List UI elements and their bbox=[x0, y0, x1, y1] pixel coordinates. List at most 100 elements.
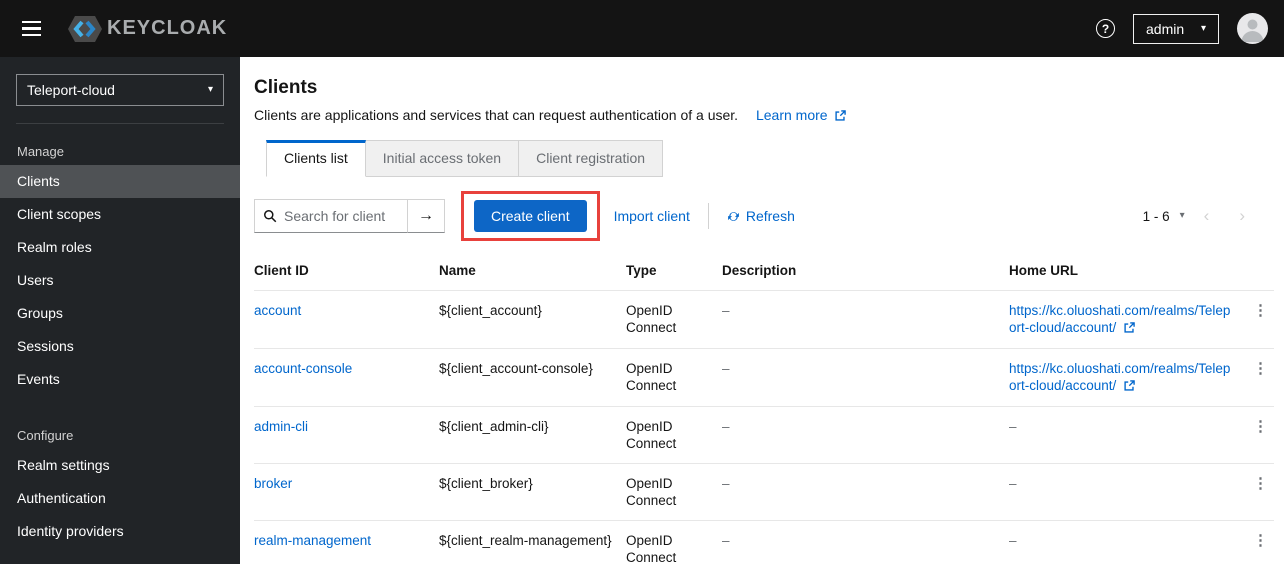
sidebar-item-identity-providers[interactable]: Identity providers bbox=[0, 515, 240, 548]
client-id-cell: admin-cli bbox=[254, 406, 439, 464]
type-cell: OpenID Connect bbox=[626, 348, 722, 407]
toolbar-divider bbox=[707, 203, 709, 229]
red-annotation-box: Create client bbox=[461, 191, 600, 241]
kebab-menu-icon[interactable]: ⋮ bbox=[1247, 361, 1274, 376]
description-cell: – bbox=[722, 463, 1009, 521]
sidebar-item-sessions[interactable]: Sessions bbox=[0, 330, 240, 363]
home-url-cell: – bbox=[1009, 520, 1246, 564]
description-cell: – bbox=[722, 348, 1009, 407]
refresh-link[interactable]: Refresh bbox=[727, 208, 795, 224]
sidebar-item-realm-settings[interactable]: Realm settings bbox=[0, 449, 240, 482]
description-cell: – bbox=[722, 406, 1009, 464]
refresh-label: Refresh bbox=[745, 208, 795, 224]
pagination-caret-icon[interactable]: ▾ bbox=[1180, 211, 1185, 221]
avatar[interactable] bbox=[1237, 13, 1268, 44]
name-cell: ${client_admin-cli} bbox=[439, 406, 626, 464]
tab-bar: Clients list Initial access token Client r… bbox=[266, 140, 664, 177]
client-id-cell: broker bbox=[254, 463, 439, 521]
brand-wordmark: KEYCLOAK bbox=[107, 17, 228, 39]
keycloak-logo[interactable]: KEYCLOAK bbox=[65, 13, 227, 45]
search-input[interactable] bbox=[284, 208, 394, 224]
column-header: Description bbox=[722, 263, 797, 278]
actions-cell: ⋮ bbox=[1246, 290, 1274, 349]
nav-section: Manage Clients Client scopes Realm roles Use… bbox=[0, 138, 240, 396]
name-cell: ${client_realm-management} bbox=[439, 520, 626, 564]
pagination-range-label: 1 - 6 bbox=[1142, 208, 1170, 224]
tab-clients-list[interactable]: Clients list bbox=[266, 140, 366, 177]
clients-table: Client ID Name Type Description Home URL acc… bbox=[254, 251, 1274, 564]
pagination-top: 1 - 6 ▾ ‹ › bbox=[1143, 206, 1270, 226]
description-cell: – bbox=[722, 520, 1009, 564]
client-id-link[interactable]: account-console bbox=[254, 361, 352, 376]
client-id-link[interactable]: broker bbox=[254, 476, 292, 491]
kebab-menu-icon[interactable]: ⋮ bbox=[1247, 303, 1274, 318]
user-menu-label: admin bbox=[1146, 20, 1185, 37]
tab-initial-access-token[interactable]: Initial access token bbox=[365, 140, 520, 177]
keycloak-logo-icon bbox=[65, 13, 105, 45]
empty-value: – bbox=[1009, 419, 1017, 434]
sidebar-item-client-scopes[interactable]: Client scopes bbox=[0, 198, 240, 231]
sidebar: Teleport-cloud ▾ Manage Clients Client sco… bbox=[0, 57, 240, 564]
type-cell: OpenID Connect bbox=[626, 290, 722, 349]
chevron-left-icon[interactable]: ‹ bbox=[1193, 206, 1221, 226]
search-box bbox=[254, 199, 408, 233]
sidebar-nav: Manage Clients Client scopes Realm roles Use… bbox=[0, 138, 240, 548]
type-cell: OpenID Connect bbox=[626, 520, 722, 564]
import-client-link[interactable]: Import client bbox=[614, 208, 690, 224]
sidebar-item-groups[interactable]: Groups bbox=[0, 297, 240, 330]
table-row: broker ${client_broker} OpenID Connect – – ⋮ bbox=[254, 463, 1274, 521]
tab-client-registration[interactable]: Client registration bbox=[519, 140, 664, 177]
sidebar-item-events[interactable]: Events bbox=[0, 363, 240, 396]
table-row: account-console ${client_account-console}… bbox=[254, 348, 1274, 407]
external-link-icon bbox=[835, 108, 847, 124]
sidebar-item-realm-roles[interactable]: Realm roles bbox=[0, 231, 240, 264]
nav-list: Clients Client scopes Realm roles Users Grou… bbox=[0, 165, 240, 396]
client-id-cell: realm-management bbox=[254, 520, 439, 564]
help-icon[interactable]: ? bbox=[1096, 19, 1115, 38]
name-cell: ${client_account} bbox=[439, 290, 626, 349]
nav-section: Configure Realm settings Authentication Ide… bbox=[0, 422, 240, 548]
search-submit-button[interactable]: → bbox=[408, 199, 445, 233]
kebab-menu-icon[interactable]: ⋮ bbox=[1247, 476, 1274, 491]
kebab-menu-icon[interactable]: ⋮ bbox=[1247, 419, 1274, 434]
home-url-cell: https://kc.oluoshati.com/realms/Teleport… bbox=[1009, 348, 1246, 407]
table-row: realm-management ${client_realm-managemen… bbox=[254, 520, 1274, 564]
kebab-menu-icon[interactable]: ⋮ bbox=[1247, 533, 1274, 548]
home-url-link[interactable]: https://kc.oluoshati.com/realms/Teleport… bbox=[1009, 303, 1230, 335]
chevron-right-icon[interactable]: › bbox=[1228, 206, 1256, 226]
empty-value: – bbox=[1009, 476, 1017, 491]
home-url-cell: – bbox=[1009, 463, 1246, 521]
column-header: Type bbox=[626, 263, 657, 278]
empty-value: – bbox=[1009, 533, 1017, 548]
name-cell: ${client_account-console} bbox=[439, 348, 626, 407]
type-cell: OpenID Connect bbox=[626, 406, 722, 464]
nav-list: Realm settings Authentication Identity pro… bbox=[0, 449, 240, 548]
chevron-down-icon: ▾ bbox=[1200, 22, 1206, 34]
home-url-cell: – bbox=[1009, 406, 1246, 464]
sidebar-item-authentication[interactable]: Authentication bbox=[0, 482, 240, 515]
client-id-cell: account bbox=[254, 290, 439, 349]
name-cell: ${client_broker} bbox=[439, 463, 626, 521]
client-id-link[interactable]: account bbox=[254, 303, 301, 318]
external-link-icon bbox=[1124, 320, 1135, 337]
nav-section-title: Configure bbox=[17, 428, 74, 443]
actions-cell: ⋮ bbox=[1246, 348, 1274, 407]
search-group: → bbox=[254, 199, 445, 233]
sidebar-item-users[interactable]: Users bbox=[0, 264, 240, 297]
realm-selector-dropdown[interactable]: Teleport-cloud ▾ bbox=[16, 74, 224, 106]
client-id-link[interactable]: admin-cli bbox=[254, 419, 308, 434]
realm-selector-label: Teleport-cloud bbox=[27, 82, 115, 98]
sidebar-item-clients[interactable]: Clients bbox=[0, 165, 240, 198]
external-link-icon bbox=[1124, 378, 1135, 395]
refresh-icon bbox=[727, 210, 740, 223]
main-content: Clients Clients are applications and ser… bbox=[240, 57, 1284, 564]
page-title: Clients bbox=[254, 77, 318, 98]
learn-more-link[interactable]: Learn more bbox=[756, 107, 847, 124]
hamburger-menu-icon[interactable] bbox=[18, 17, 45, 41]
chevron-down-icon: ▾ bbox=[207, 84, 213, 95]
create-client-button[interactable]: Create client bbox=[474, 200, 587, 232]
page-description: Clients are applications and services th… bbox=[254, 107, 1270, 124]
user-menu-dropdown[interactable]: admin ▾ bbox=[1133, 13, 1219, 44]
home-url-link[interactable]: https://kc.oluoshati.com/realms/Teleport… bbox=[1009, 361, 1230, 393]
client-id-link[interactable]: realm-management bbox=[254, 533, 371, 548]
